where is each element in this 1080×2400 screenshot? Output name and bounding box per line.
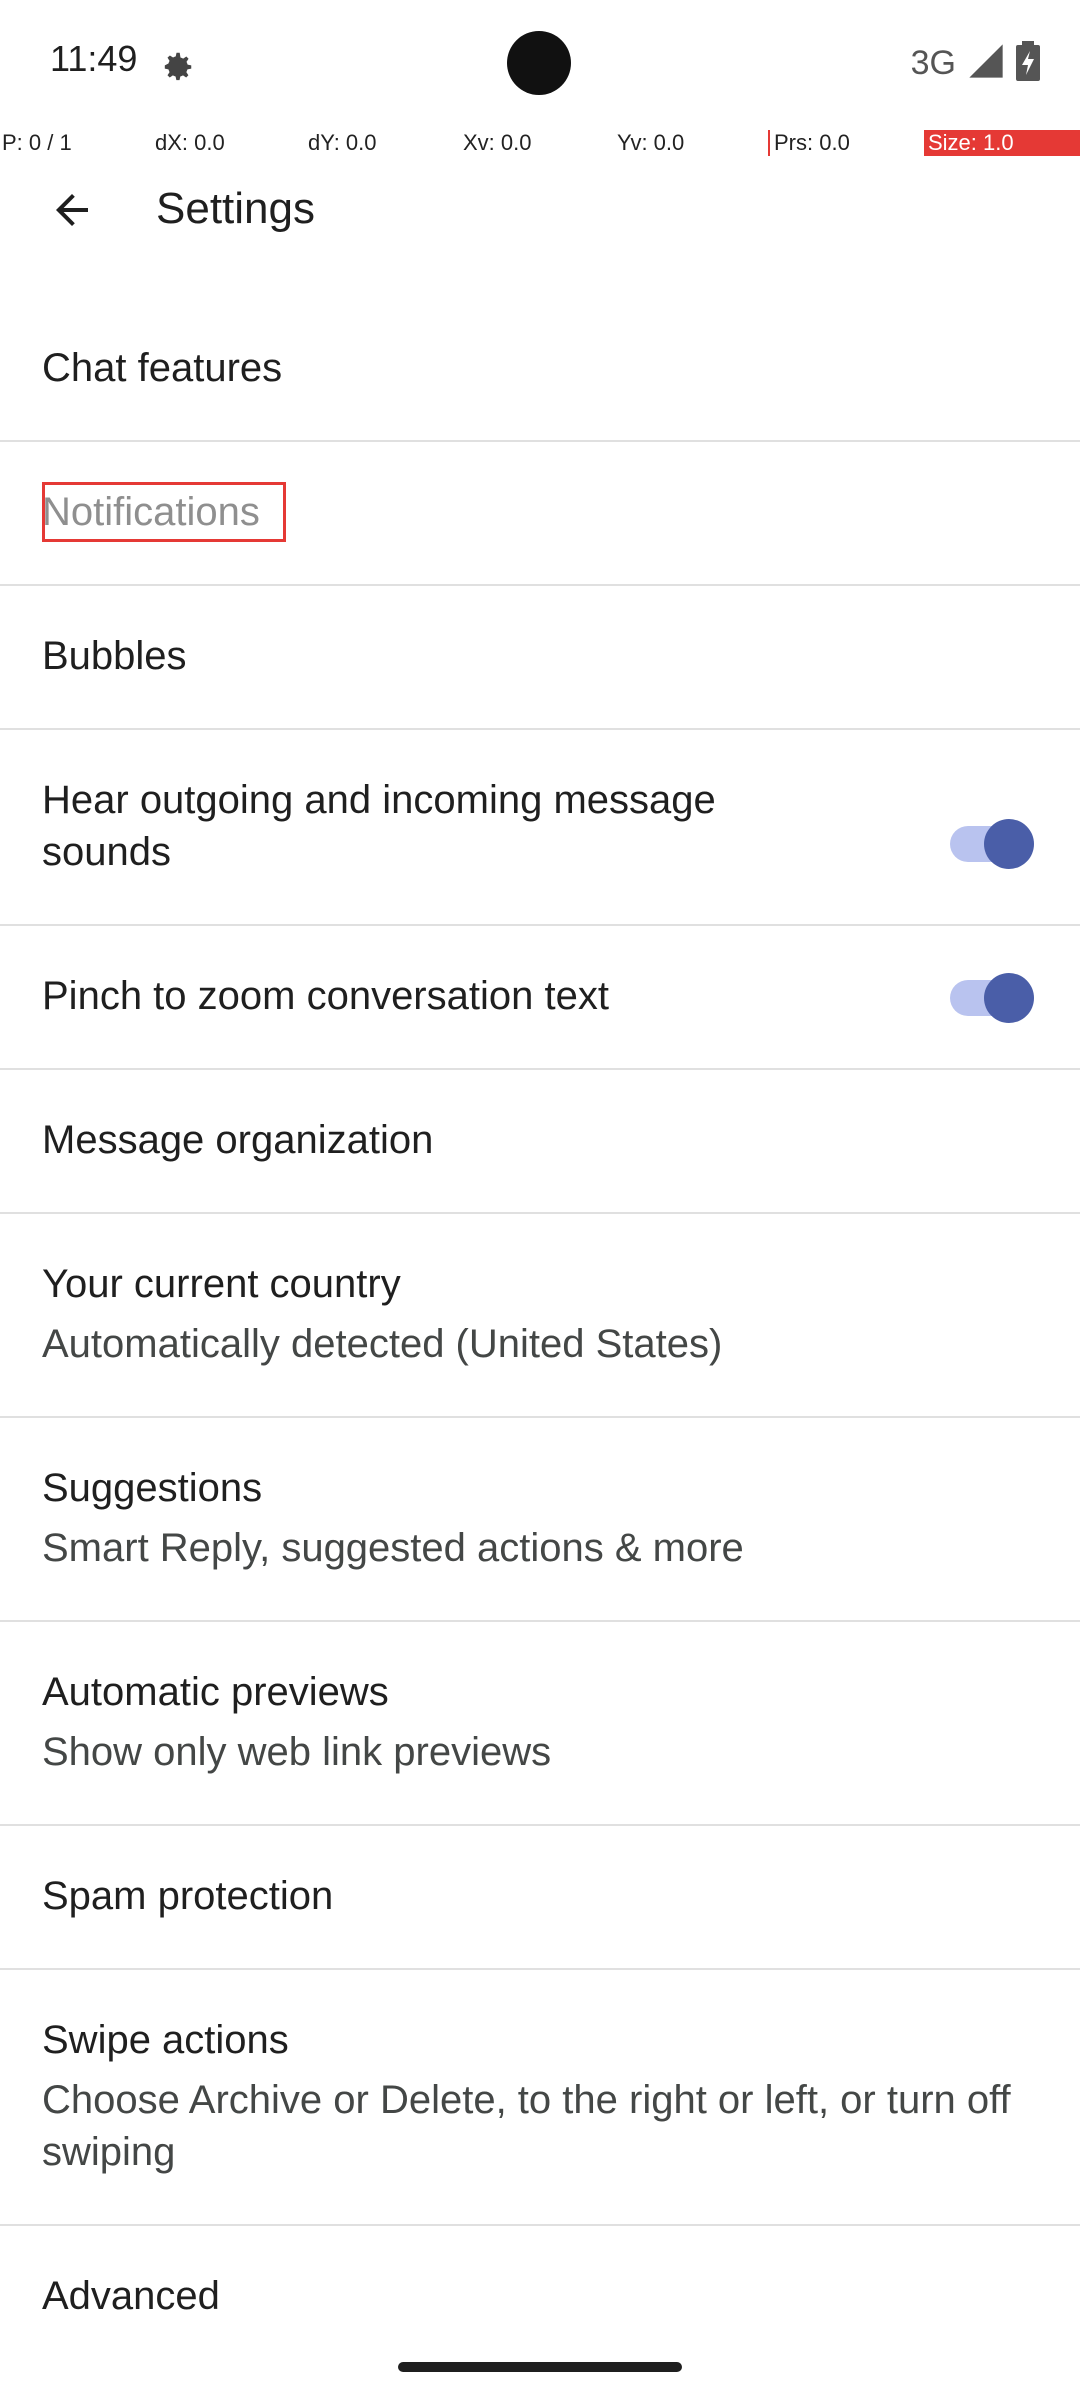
sounds-toggle[interactable] [950,819,1034,869]
setting-title: Bubbles [42,634,187,678]
setting-message-sounds[interactable]: Hear outgoing and incoming message sound… [0,730,1080,926]
setting-subtitle: Smart Reply, suggested actions & more [42,1526,744,1570]
focus-highlight [42,482,286,542]
app-toolbar: Settings [0,160,1080,264]
setting-pinch-zoom[interactable]: Pinch to zoom conversation text [0,926,1080,1070]
front-camera-cutout [507,31,571,95]
setting-advanced[interactable]: Advanced [0,2226,1080,2370]
setting-subtitle: Choose Archive or Delete, to the right o… [42,2078,1011,2174]
setting-message-organization[interactable]: Message organization [0,1070,1080,1214]
setting-suggestions[interactable]: Suggestions Smart Reply, suggested actio… [0,1418,1080,1622]
status-time: 11:49 [50,38,138,79]
toggle-knob [984,819,1034,869]
setting-title: Automatic previews [42,1670,389,1714]
debug-size: Size: 1.0 [924,130,1080,156]
setting-title: Swipe actions [42,2018,289,2062]
signal-icon [966,41,1006,86]
pinch-zoom-toggle[interactable] [950,973,1034,1023]
setting-swipe-actions[interactable]: Swipe actions Choose Archive or Delete, … [0,1970,1080,2226]
debug-dy: dY: 0.0 [308,130,377,155]
setting-title: Suggestions [42,1466,263,1510]
setting-title: Advanced [42,2274,220,2318]
status-icons: 3G [911,38,1040,88]
arrow-back-icon [48,186,96,239]
setting-title: Message organization [42,1118,434,1162]
battery-icon [1016,40,1040,86]
setting-title: Hear outgoing and incoming message sound… [42,778,716,874]
setting-chat-features[interactable]: Chat features [0,296,1080,442]
pointer-debug-overlay: P: 0 / 1 dX: 0.0 dY: 0.0 Xv: 0.0 Yv: 0.0… [0,128,1080,160]
toggle-knob [984,973,1034,1023]
setting-spam-protection[interactable]: Spam protection [0,1826,1080,1970]
page-title: Settings [156,184,315,233]
setting-title: Spam protection [42,1874,334,1918]
debug-yv: Yv: 0.0 [617,130,685,155]
setting-subtitle: Show only web link previews [42,1730,552,1774]
back-button[interactable] [36,180,108,244]
setting-current-country[interactable]: Your current country Automatically detec… [0,1214,1080,1418]
setting-bubbles[interactable]: Bubbles [0,586,1080,730]
setting-subtitle: Automatically detected (United States) [42,1322,723,1366]
settings-gear-icon [158,48,196,86]
gesture-nav-handle[interactable] [398,2362,682,2372]
network-type: 3G [910,43,956,82]
debug-prs: Prs: 0.0 [768,130,850,156]
setting-automatic-previews[interactable]: Automatic previews Show only web link pr… [0,1622,1080,1826]
debug-pointer: P: 0 / 1 [2,130,72,155]
setting-title: Chat features [42,346,283,390]
setting-title: Pinch to zoom conversation text [42,974,609,1018]
debug-dx: dX: 0.0 [155,130,225,155]
debug-xv: Xv: 0.0 [463,130,532,155]
status-bar: 11:49 3G [0,0,1080,128]
setting-title: Your current country [42,1262,401,1306]
